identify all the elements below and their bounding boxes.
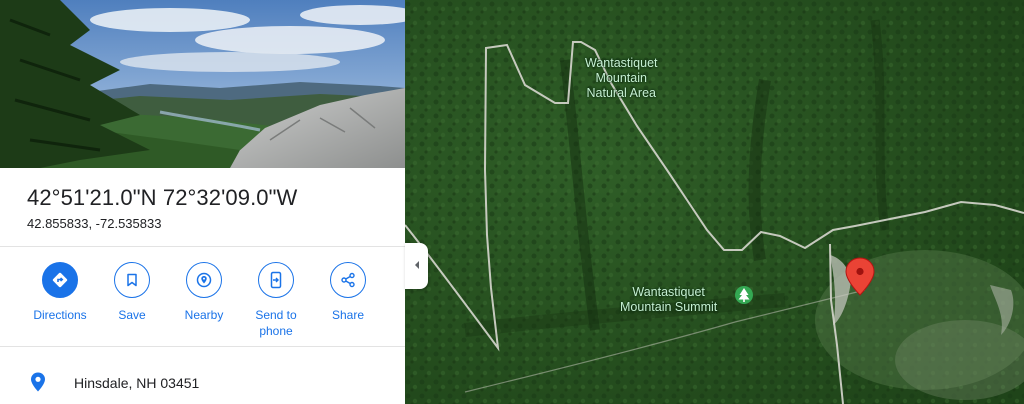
divider: [0, 346, 405, 347]
satellite-map[interactable]: Wantastiquet Mountain Natural Area Wanta…: [405, 0, 1024, 404]
save-label: Save: [118, 308, 146, 322]
coordinates-decimal[interactable]: 42.855833, -72.535833: [27, 216, 161, 231]
collapse-panel-button[interactable]: [405, 243, 428, 289]
nearby-label: Nearby: [184, 308, 224, 322]
bookmark-icon: [114, 262, 150, 298]
nearby-button[interactable]: Nearby: [164, 262, 244, 323]
place-side-panel: 42°51'21.0"N 72°32'09.0"W 42.855833, -72…: [0, 0, 405, 404]
share-button[interactable]: Share: [308, 262, 388, 323]
directions-button[interactable]: Directions: [20, 262, 100, 323]
address-text: Hinsdale, NH 03451: [74, 375, 200, 391]
summit-tree-icon[interactable]: [735, 286, 753, 304]
directions-label: Directions: [33, 308, 87, 322]
nearby-icon: [186, 262, 222, 298]
send-to-phone-icon: [258, 262, 294, 298]
coordinates-dms: 42°51'21.0"N 72°32'09.0"W: [27, 185, 298, 210]
directions-icon: [42, 262, 78, 298]
location-pin-icon: [29, 371, 47, 398]
chevron-left-icon: [413, 257, 421, 275]
map-label-natural-area[interactable]: Wantastiquet Mountain Natural Area: [585, 56, 658, 101]
address-row[interactable]: Hinsdale, NH 03451: [0, 360, 405, 404]
divider: [0, 246, 405, 247]
send-to-phone-button[interactable]: Send to phone: [236, 262, 316, 339]
share-icon: [330, 262, 366, 298]
place-photo[interactable]: [0, 0, 405, 168]
map-label-summit[interactable]: Wantastiquet Mountain Summit: [620, 285, 717, 315]
save-button[interactable]: Save: [92, 262, 172, 323]
share-label: Share: [331, 308, 365, 322]
send-to-phone-label: Send to phone: [255, 308, 297, 338]
